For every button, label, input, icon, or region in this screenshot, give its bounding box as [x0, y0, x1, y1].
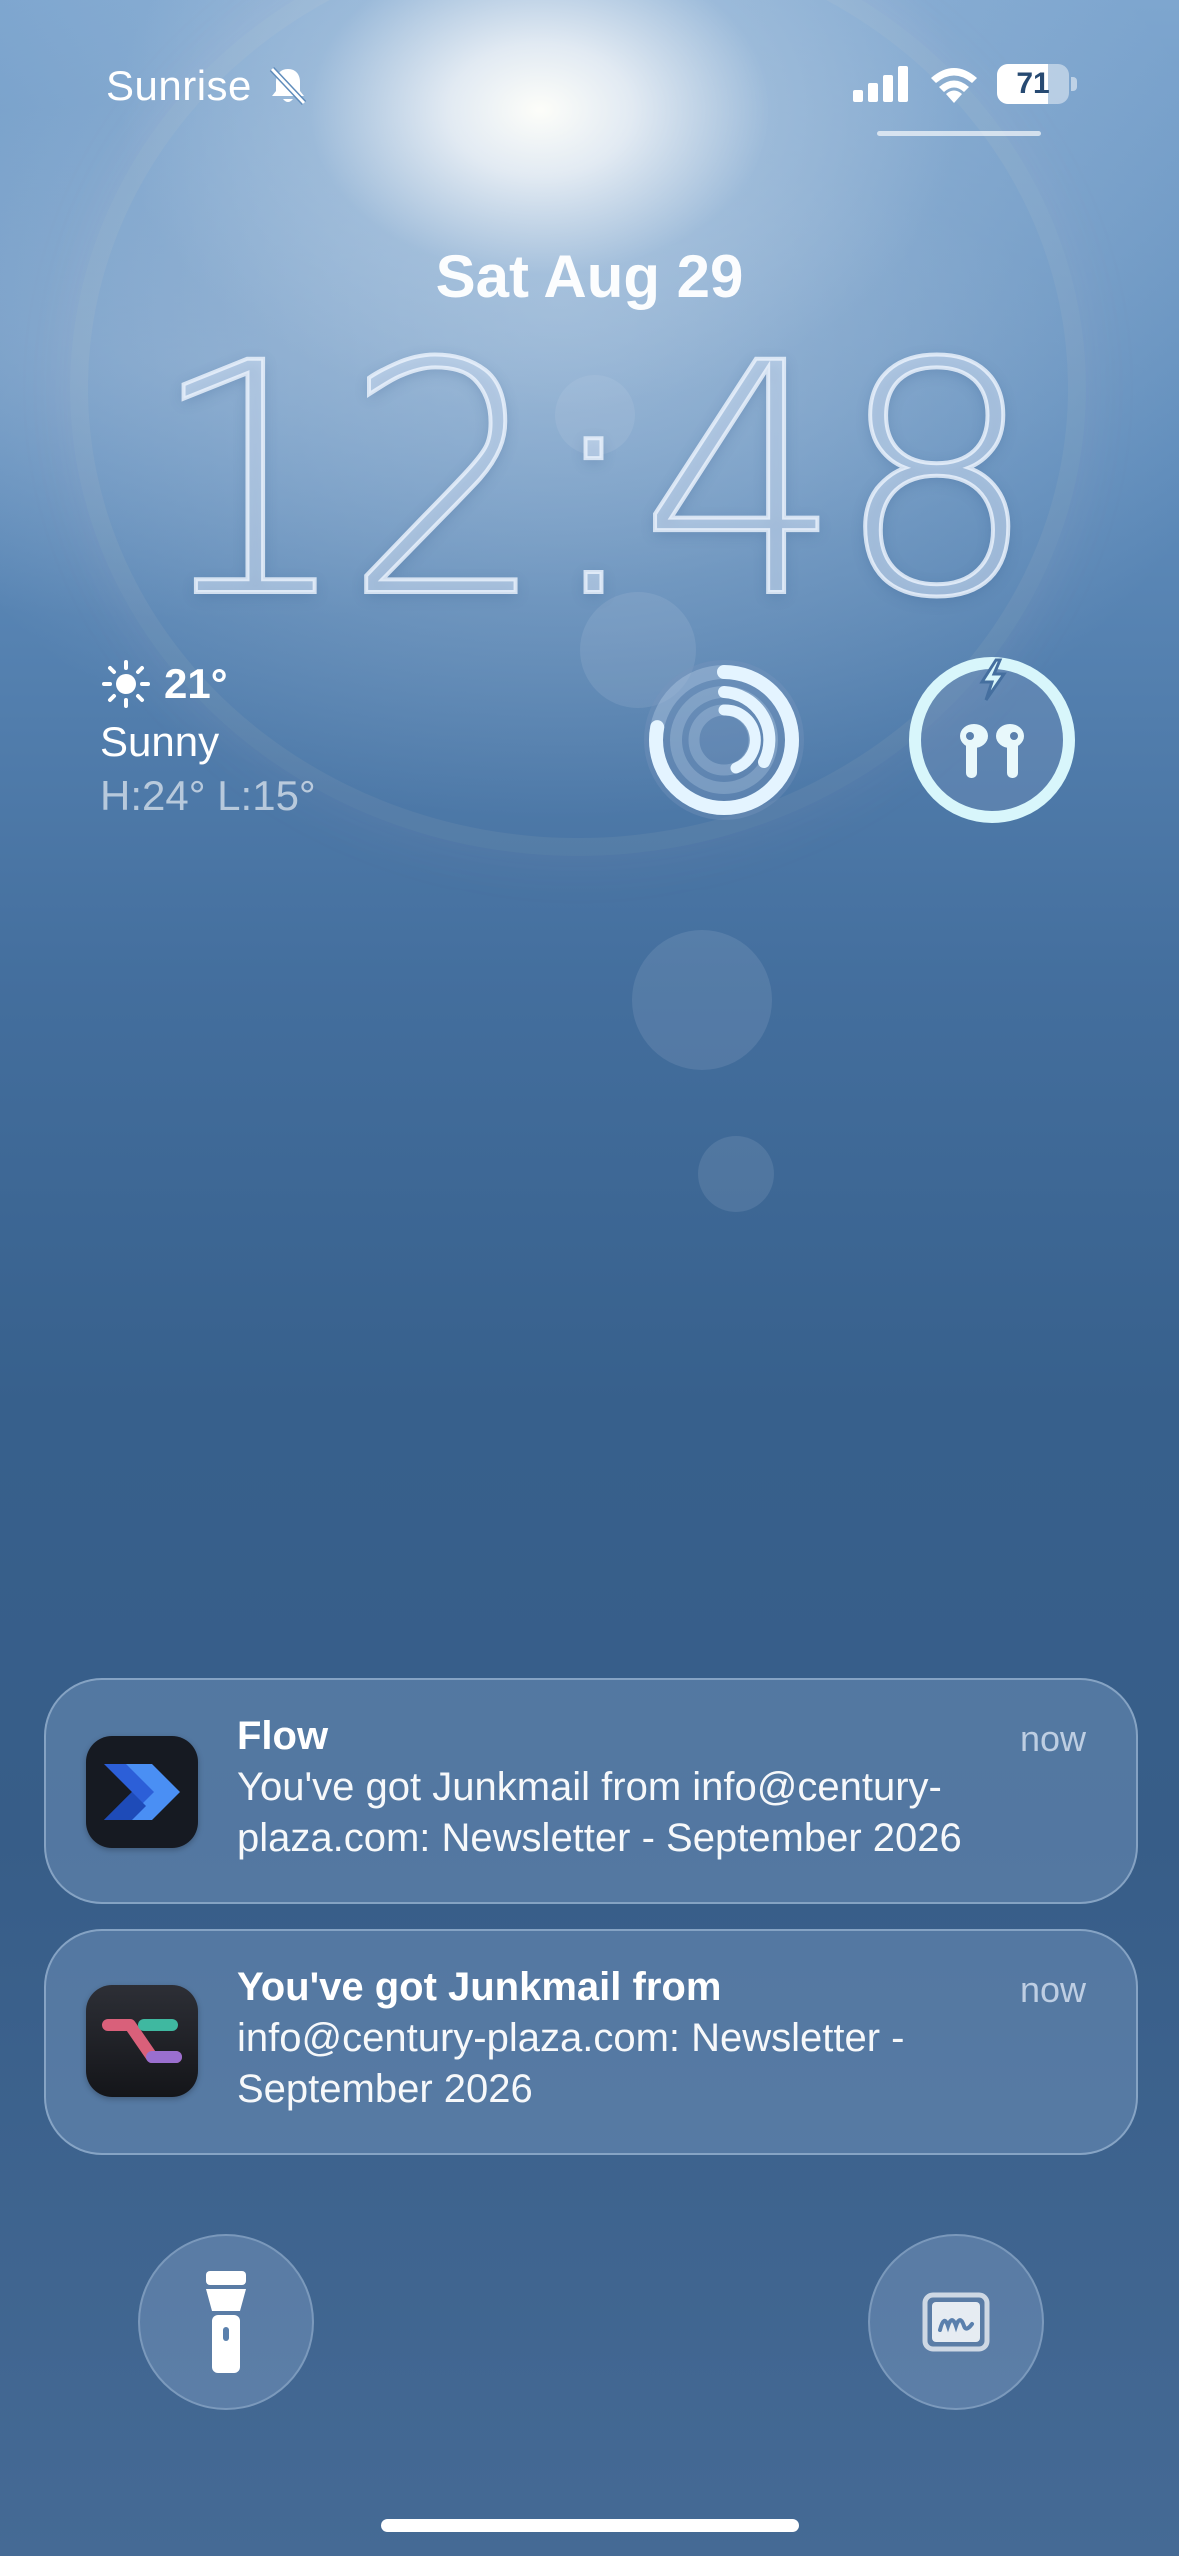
notification-title: Flow	[237, 1714, 329, 1758]
control-center-grabber[interactable]	[877, 131, 1041, 136]
airpods-battery-widget[interactable]	[904, 652, 1080, 828]
flow-app-icon	[86, 1736, 198, 1848]
weather-condition: Sunny	[100, 718, 220, 765]
notification-time: now	[1019, 1969, 1086, 2010]
home-indicator[interactable]	[381, 2519, 799, 2532]
carrier-name: Sunrise	[106, 62, 252, 109]
activity-widget[interactable]	[636, 652, 812, 828]
wifi-icon	[931, 68, 977, 103]
freeform-icon	[922, 2292, 990, 2352]
notification-title: You've got Junkmail from	[237, 1965, 722, 2009]
airpods-charging-icon	[909, 657, 1075, 823]
sun-icon	[102, 660, 150, 708]
lock-screen-clock: 12:48	[146, 296, 1040, 668]
activity-rings-icon	[644, 660, 804, 820]
lens-flare	[632, 930, 772, 1070]
notification-card[interactable]: You've got Junkmail from now info@centur…	[44, 1929, 1138, 2155]
notification-body: info@century-plaza.com: Newsletter - Sep…	[237, 2016, 905, 2111]
notification-time: now	[1019, 1718, 1086, 1759]
status-indicators: 71	[853, 64, 1077, 104]
weather-high-low: H:24° L:15°	[100, 772, 316, 819]
flashlight-button[interactable]	[138, 2234, 314, 2410]
carrier: Sunrise	[106, 62, 308, 110]
cellular-signal-icon	[853, 66, 908, 102]
notification-card[interactable]: Flow now You've got Junkmail from info@c…	[44, 1678, 1138, 1904]
status-bar: Sunrise 71	[0, 0, 1179, 150]
flashlight-icon	[206, 2271, 246, 2373]
freeform-button[interactable]	[868, 2234, 1044, 2410]
battery-percent: 71	[1016, 67, 1050, 100]
notification-body: You've got Junkmail from info@century-pl…	[237, 1765, 962, 1860]
battery-tip	[1071, 77, 1077, 91]
weather-widget[interactable]: 21° Sunny H:24° L:15°	[100, 658, 316, 820]
lens-flare	[698, 1136, 774, 1212]
shortcut-app-icon	[86, 1985, 198, 2097]
bell-slash-icon	[269, 66, 307, 106]
weather-temperature: 21°	[164, 660, 228, 707]
battery-indicator: 71	[997, 64, 1069, 104]
